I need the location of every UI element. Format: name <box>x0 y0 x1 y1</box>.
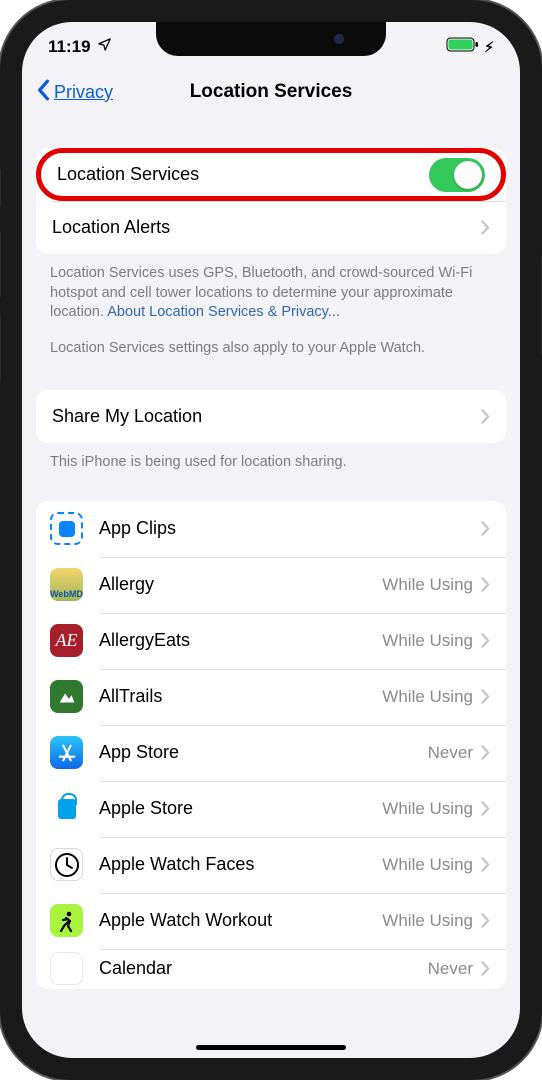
back-label: Privacy <box>54 82 113 103</box>
chevron-right-icon <box>481 577 490 592</box>
charging-icon: ⚡︎ <box>484 39 494 56</box>
back-button[interactable]: Privacy <box>36 79 113 106</box>
phone-mute-switch <box>0 170 1 206</box>
phone-frame: 11:19 ⚡︎ Privacy Location Services <box>0 0 542 1080</box>
location-services-row[interactable]: Location Services <box>36 148 506 201</box>
calendar-icon <box>50 952 83 985</box>
allergy-icon: WebMD <box>50 568 83 601</box>
app-row-watchfaces[interactable]: Apple Watch Faces While Using <box>36 837 506 893</box>
settings-group-apps: App Clips WebMD Allergy While Using AE A… <box>36 501 506 989</box>
location-alerts-label: Location Alerts <box>52 217 481 238</box>
location-services-label: Location Services <box>57 164 429 185</box>
location-services-toggle[interactable] <box>429 158 485 192</box>
allergyeats-icon: AE <box>50 624 83 657</box>
chevron-right-icon <box>481 745 490 760</box>
phone-volume-up <box>0 232 1 298</box>
status-time: 11:19 <box>48 37 91 57</box>
app-row-calendar[interactable]: Calendar Never <box>36 949 506 989</box>
chevron-right-icon <box>481 689 490 704</box>
nav-bar: Privacy Location Services <box>22 68 520 116</box>
footer-text-2: This iPhone is being used for location s… <box>22 443 520 483</box>
chevron-right-icon <box>481 961 490 976</box>
app-row-alltrails[interactable]: AllTrails While Using <box>36 669 506 725</box>
footer-text-1: Location Services uses GPS, Bluetooth, a… <box>22 254 520 333</box>
app-row-appclips[interactable]: App Clips <box>36 501 506 557</box>
app-row-allergy[interactable]: WebMD Allergy While Using <box>36 557 506 613</box>
footer-text-1b: Location Services settings also apply to… <box>22 333 520 369</box>
watchfaces-icon <box>50 848 83 881</box>
app-row-watchworkout[interactable]: Apple Watch Workout While Using <box>36 893 506 949</box>
app-row-appstore[interactable]: App Store Never <box>36 725 506 781</box>
chevron-left-icon <box>36 79 50 106</box>
location-alerts-row[interactable]: Location Alerts <box>36 201 506 254</box>
screen: 11:19 ⚡︎ Privacy Location Services <box>22 22 520 1058</box>
share-my-location-row[interactable]: Share My Location <box>36 390 506 443</box>
appclips-icon <box>50 512 83 545</box>
chevron-right-icon <box>481 521 490 536</box>
app-row-allergyeats[interactable]: AE AllergyEats While Using <box>36 613 506 669</box>
location-arrow-icon <box>97 37 112 57</box>
applestore-icon <box>50 792 83 825</box>
settings-group-share: Share My Location <box>36 390 506 443</box>
chevron-right-icon <box>481 913 490 928</box>
home-indicator[interactable] <box>196 1045 346 1050</box>
phone-volume-down <box>0 315 1 381</box>
chevron-right-icon <box>481 857 490 872</box>
alltrails-icon <box>50 680 83 713</box>
share-my-location-label: Share My Location <box>52 406 481 427</box>
app-row-applestore[interactable]: Apple Store While Using <box>36 781 506 837</box>
chevron-right-icon <box>481 801 490 816</box>
chevron-right-icon <box>481 409 490 424</box>
chevron-right-icon <box>481 220 490 235</box>
battery-icon <box>446 37 480 57</box>
about-location-privacy-link[interactable]: About Location Services & Privacy... <box>107 304 340 320</box>
chevron-right-icon <box>481 633 490 648</box>
appstore-icon <box>50 736 83 769</box>
watchworkout-icon <box>50 904 83 937</box>
settings-group-location: Location Services Location Alerts <box>36 148 506 254</box>
notch <box>156 22 386 56</box>
